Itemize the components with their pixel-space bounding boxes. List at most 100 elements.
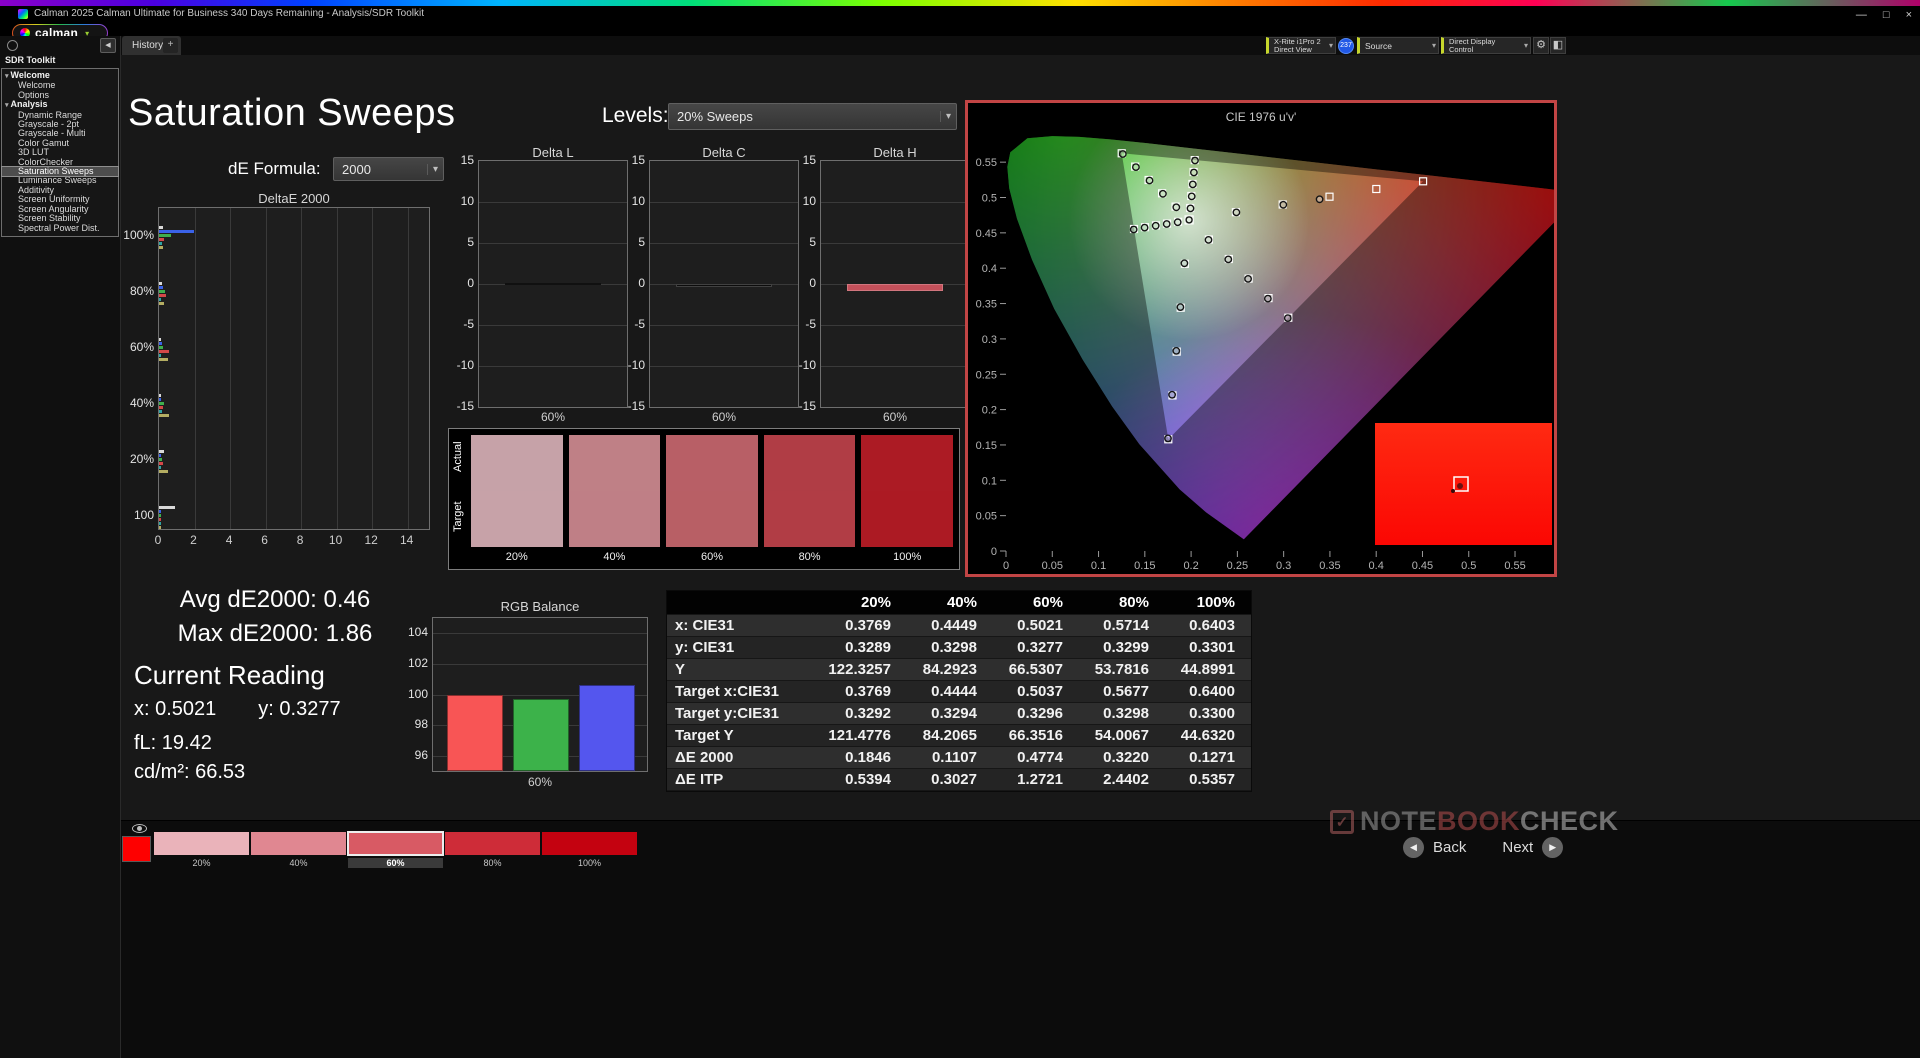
back-button[interactable]: Back — [1433, 839, 1466, 856]
measurement-table: 20%40%60%80%100%x: CIE310.37690.44490.50… — [666, 590, 1252, 792]
rgb-balance-x-label: 60% — [432, 775, 648, 789]
sidebar-item-grayscale-multi[interactable]: Grayscale - Multi — [2, 129, 118, 138]
navigation: ◀ Back Next ▶ — [1403, 837, 1563, 858]
display-control-label: Direct Display Control — [1449, 38, 1516, 54]
table-cell: 84.2923 — [907, 659, 993, 681]
cie-1976-chart-panel[interactable]: CIE 1976 u'v' 0 0.05 0.1 0.1 — [965, 100, 1557, 577]
sidebar-item-spectral-power-dist[interactable]: Spectral Power Dist. — [2, 224, 118, 233]
sidebar-item-saturation-sweeps[interactable]: Saturation Sweeps — [2, 167, 118, 176]
display-control-button[interactable]: Direct Display Control ▾ — [1441, 37, 1531, 54]
sidebar-item-welcome[interactable]: ▾Welcome — [2, 71, 118, 81]
y-tick: 5 — [809, 235, 816, 249]
add-tab-button[interactable]: + — [163, 38, 178, 53]
deltae-x-tick: 6 — [255, 533, 275, 547]
gridline — [479, 243, 627, 244]
de-formula-dropdown[interactable]: 2000 ▾ — [333, 157, 444, 181]
minimize-button[interactable]: — — [1856, 9, 1867, 21]
sidebar-item-screen-stability[interactable]: Screen Stability — [2, 214, 118, 223]
deltae-bar — [159, 338, 161, 341]
gridline — [650, 243, 798, 244]
title-bar: Calman 2025 Calman Ultimate for Business… — [0, 6, 1920, 36]
meter-button[interactable]: X-Rite i1Pro 2 Direct View ▾ — [1266, 37, 1336, 54]
y-tick: 100 — [408, 687, 428, 701]
sidebar-collapse-button[interactable]: ◀ — [100, 38, 116, 53]
deltae-x-tick: 12 — [361, 533, 381, 547]
delta-bar — [847, 284, 943, 291]
sidebar-item-screen-uniformity[interactable]: Screen Uniformity — [2, 195, 118, 204]
table-header-3: 60% — [993, 591, 1079, 615]
sidebar-item-screen-angularity[interactable]: Screen Angularity — [2, 205, 118, 214]
table-cell: 0.5394 — [821, 769, 907, 791]
table-cell: 0.3298 — [907, 637, 993, 659]
sidebar-item-welcome[interactable]: Welcome — [2, 81, 118, 90]
notebookcheck-watermark: ✓ NOTEBOOKCHECK — [1330, 806, 1619, 837]
gridline — [433, 664, 647, 665]
y-tick: 15 — [632, 153, 645, 167]
swatch-column-60: 60% — [666, 435, 758, 567]
app-icon — [18, 9, 28, 19]
table-header-corner — [667, 591, 821, 615]
patch-100[interactable]: 100% — [542, 832, 637, 868]
svg-text:0.45: 0.45 — [976, 228, 997, 240]
sidebar-item-color-gamut[interactable]: Color Gamut — [2, 139, 118, 148]
actual-swatch — [471, 435, 563, 491]
levels-dropdown[interactable]: 20% Sweeps ▾ — [668, 103, 957, 130]
patch-20[interactable]: 20% — [154, 832, 249, 868]
svg-text:0.4: 0.4 — [982, 263, 997, 275]
current-patch-swatch[interactable] — [122, 836, 151, 862]
chevron-down-icon: ▾ — [940, 111, 951, 122]
gridline — [372, 208, 373, 529]
swatch-column-80: 80% — [764, 435, 856, 567]
table-cell: 0.6400 — [1165, 681, 1251, 703]
deltae-category-label: 100 — [134, 508, 154, 522]
delta-c-title: Delta C — [649, 145, 799, 160]
patch-60[interactable]: 60% — [348, 832, 443, 868]
table-cell: 0.4449 — [907, 615, 993, 637]
svg-text:0: 0 — [991, 546, 997, 558]
sidebar-item-options[interactable]: Options — [2, 91, 118, 100]
next-arrow-icon[interactable]: ▶ — [1542, 837, 1563, 858]
gridline — [301, 208, 302, 529]
delta-c-chart — [649, 160, 799, 408]
back-arrow-icon[interactable]: ◀ — [1403, 837, 1424, 858]
gridline — [650, 202, 798, 203]
table-cell: 0.5037 — [993, 681, 1079, 703]
sidebar-item-dynamic-range[interactable]: Dynamic Range — [2, 111, 118, 120]
svg-text:0.5: 0.5 — [982, 193, 997, 205]
patch-80[interactable]: 80% — [445, 832, 540, 868]
sidebar-item-3d-lut[interactable]: 3D LUT — [2, 148, 118, 157]
sidebar-item-additivity[interactable]: Additivity — [2, 186, 118, 195]
deltae-bar — [159, 514, 161, 517]
gridline — [266, 208, 267, 529]
deltae-bar — [159, 462, 163, 465]
levels-value: 20% Sweeps — [677, 109, 753, 124]
patch-40[interactable]: 40% — [251, 832, 346, 868]
actual-swatch — [861, 435, 953, 491]
sidebar-item-analysis[interactable]: ▾Analysis — [2, 100, 118, 110]
deltae-bar — [159, 286, 163, 289]
source-button[interactable]: Source ▾ — [1357, 37, 1439, 54]
target-row-label: Target — [452, 514, 464, 532]
gridline — [821, 366, 969, 367]
y-tick: 15 — [461, 153, 474, 167]
svg-text:0.05: 0.05 — [976, 511, 997, 523]
gridline — [479, 366, 627, 367]
deltae-bar — [159, 290, 165, 293]
settings-gear-button[interactable]: ⚙ — [1533, 37, 1549, 54]
swatch-label: 60% — [666, 547, 758, 567]
de-formula-value: 2000 — [342, 162, 371, 177]
target-swatch — [569, 491, 661, 547]
sidebar-item-luminance-sweeps[interactable]: Luminance Sweeps — [2, 176, 118, 185]
next-button[interactable]: Next — [1502, 839, 1533, 856]
maximize-button[interactable]: □ — [1883, 9, 1890, 21]
y-tick: 104 — [408, 625, 428, 639]
svg-text:0: 0 — [1003, 560, 1009, 572]
sidebar-item-grayscale-2pt[interactable]: Grayscale - 2pt — [2, 120, 118, 129]
swatch-label: 100% — [861, 547, 953, 567]
close-button[interactable]: × — [1906, 9, 1912, 21]
table-cell: 44.6320 — [1165, 725, 1251, 747]
table-cell: 0.5021 — [993, 615, 1079, 637]
sidebar-item-colorchecker[interactable]: ColorChecker — [2, 158, 118, 167]
deltae-category-label: 40% — [130, 396, 154, 410]
layout-panels-button[interactable]: ◧ — [1550, 37, 1566, 54]
